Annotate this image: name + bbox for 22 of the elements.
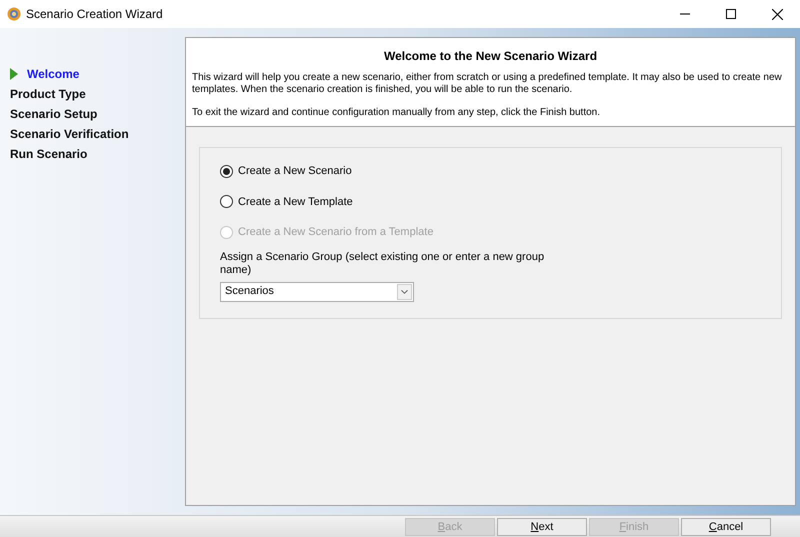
chevron-down-icon [397,284,412,300]
intro-paragraph: To exit the wizard and continue configuration manually from any step, click the Finish button. [192,107,601,119]
maximize-icon [726,9,736,19]
radio-label: Create a New Scenario from a Template [238,225,434,240]
wizard-button[interactable]: Next [497,518,587,536]
step-item: Scenario Verification [10,126,129,143]
step-item: Welcome [27,66,80,83]
step-item: Run Scenario [10,146,88,163]
radio-button[interactable] [220,164,233,178]
radio-button[interactable] [220,195,233,208]
step-item: Product Type [10,86,86,103]
window-title: Scenario Creation Wizard [26,6,163,23]
wizard-button[interactable]: Cancel [681,518,771,536]
radio-label: Create a New Template [238,194,353,210]
radio-label: Create a New Scenario [238,164,352,179]
page-heading: Welcome to the New Scenario Wizard [382,48,598,65]
intro-paragraph: This wizard will help you create a new scenario, either from scratch or using a predefined template. It may also be used to create new templates. When the scenario creation is finished, you will be able to run the scenario. [192,72,783,96]
close-icon [772,8,782,20]
app-icon [7,7,21,21]
group-label: Assign a Scenario Group (select existing one or enter a new group name) [220,250,546,276]
step-item: Scenario Setup [10,106,98,123]
group-dropdown[interactable]: Scenarios [220,282,414,302]
